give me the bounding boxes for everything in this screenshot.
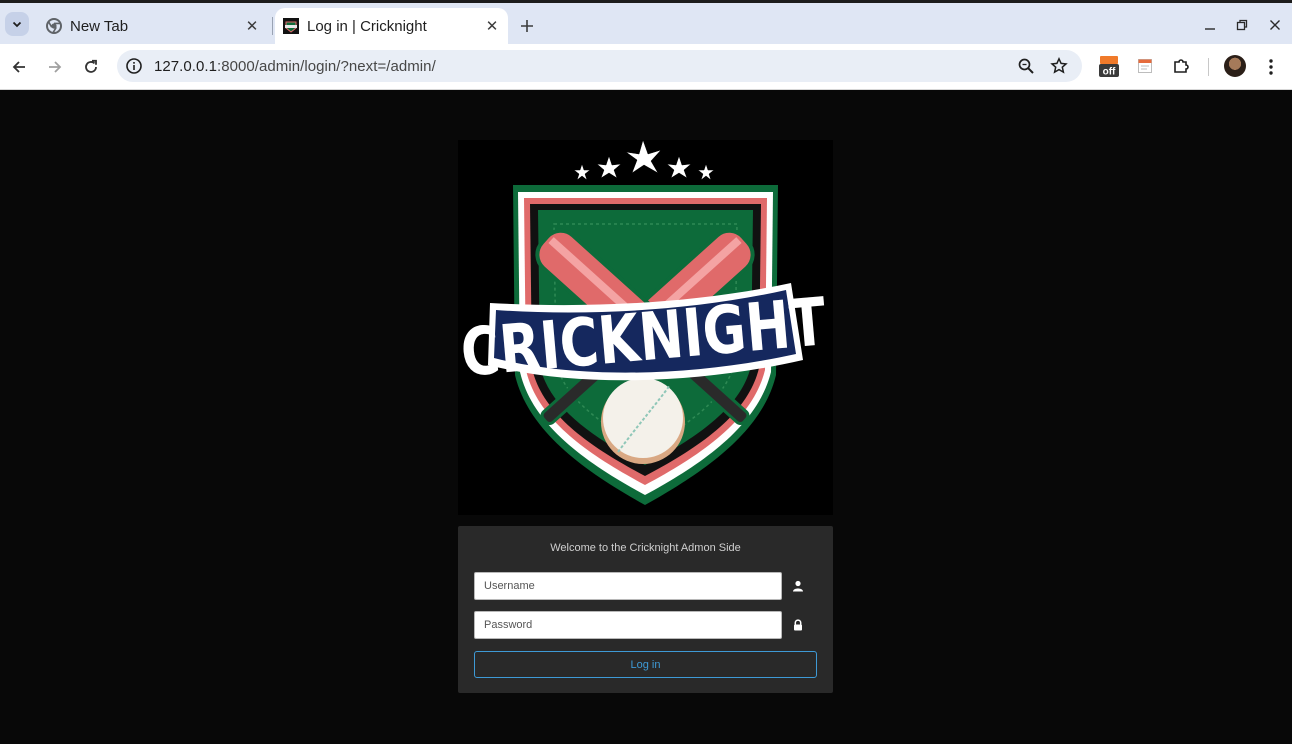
user-icon xyxy=(793,580,803,592)
extensions-menu-button[interactable] xyxy=(1169,54,1193,78)
tab-title: Log in | Cricknight xyxy=(307,17,427,35)
tab-separator xyxy=(272,17,273,35)
close-icon[interactable]: ✕ xyxy=(482,16,502,36)
reload-icon xyxy=(85,59,97,73)
puzzle-icon xyxy=(1174,59,1189,73)
close-icon[interactable]: ✕ xyxy=(242,16,262,36)
toolbar-divider xyxy=(1208,58,1209,76)
tab-login[interactable]: Log in | Cricknight ✕ xyxy=(275,8,508,44)
password-field[interactable] xyxy=(474,611,782,639)
new-tab-button[interactable] xyxy=(515,14,539,38)
welcome-text: Welcome to the Cricknight Admon Side xyxy=(550,542,741,554)
kebab-menu-icon xyxy=(1269,59,1273,75)
login-panel: Welcome to the Cricknight Admon Side Log… xyxy=(458,526,833,693)
plus-icon xyxy=(521,20,533,32)
window-close-button[interactable] xyxy=(1265,15,1285,35)
extension-badge: off xyxy=(1103,67,1116,78)
minimize-icon xyxy=(1205,28,1215,30)
site-info-icon[interactable] xyxy=(125,57,143,75)
minimize-button[interactable] xyxy=(1200,15,1220,35)
url-text[interactable]: 127.0.0.1:8000/admin/login/?next=/admin/ xyxy=(154,58,436,75)
back-button[interactable] xyxy=(6,54,32,80)
reload-button[interactable] xyxy=(78,54,104,80)
extension-calendar-button[interactable] xyxy=(1133,54,1157,78)
cricknight-favicon-icon xyxy=(283,18,299,34)
browser-toolbar: 127.0.0.1:8000/admin/login/?next=/admin/… xyxy=(0,44,1292,90)
address-bar[interactable]: 127.0.0.1:8000/admin/login/?next=/admin/ xyxy=(117,50,1082,82)
forward-button[interactable] xyxy=(42,54,68,80)
lock-icon xyxy=(794,619,802,631)
url-path: :8000/admin/login/?next=/admin/ xyxy=(217,58,436,75)
close-icon xyxy=(1270,20,1280,30)
tab-search-button[interactable] xyxy=(5,12,29,36)
extension-off-icon: off xyxy=(1099,56,1119,78)
chevron-down-icon xyxy=(12,21,22,28)
bookmark-star-icon[interactable] xyxy=(1050,57,1068,75)
arrow-left-icon xyxy=(12,61,25,73)
password-input[interactable] xyxy=(475,612,781,638)
tab-title: New Tab xyxy=(70,17,129,35)
profile-avatar[interactable] xyxy=(1224,55,1246,77)
cricknight-logo: CRICKNIGHT xyxy=(458,139,833,515)
url-host: 127.0.0.1 xyxy=(154,58,218,75)
username-field[interactable] xyxy=(474,572,782,600)
calendar-icon xyxy=(1138,59,1152,73)
browser-menu-button[interactable] xyxy=(1258,54,1284,80)
restore-button[interactable] xyxy=(1232,15,1252,35)
extension-off-button[interactable]: off xyxy=(1097,54,1121,78)
admin-login-page: CRICKNIGHT Welcome to the Cricknight Adm… xyxy=(0,91,1292,744)
tab-strip: New Tab ✕ Log in | Cricknight ✕ xyxy=(0,0,1292,44)
chrome-icon xyxy=(46,18,62,34)
arrow-right-icon xyxy=(49,61,62,73)
username-input[interactable] xyxy=(475,573,781,599)
zoom-icon[interactable] xyxy=(1017,57,1035,75)
login-button[interactable]: Log in xyxy=(474,651,817,678)
tab-new-tab[interactable]: New Tab ✕ xyxy=(36,8,273,44)
restore-icon xyxy=(1236,19,1248,31)
